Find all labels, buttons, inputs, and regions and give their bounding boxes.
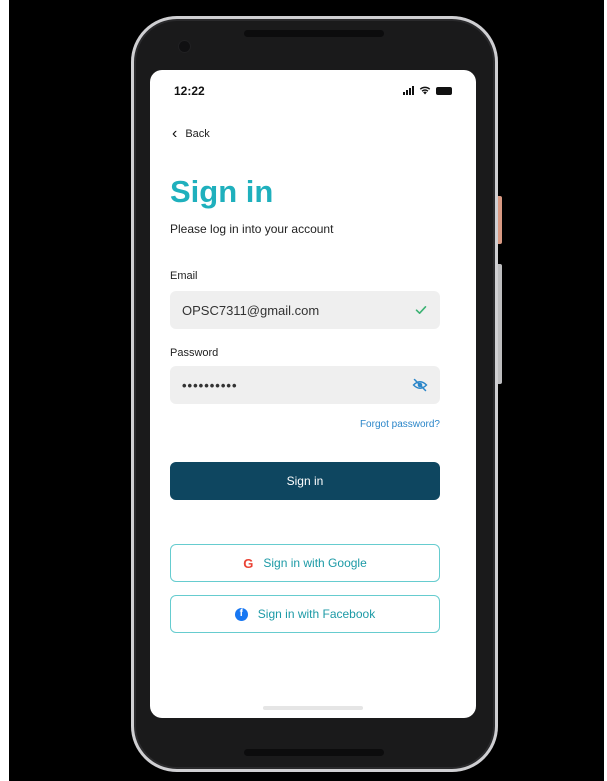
facebook-sign-in-button[interactable]: f Sign in with Facebook [170, 595, 440, 633]
power-button [498, 196, 502, 244]
sign-in-button[interactable]: Sign in [170, 462, 440, 500]
eye-slash-icon[interactable] [412, 378, 428, 392]
bottom-speaker [244, 749, 384, 756]
check-icon [415, 306, 427, 314]
app-screen: 12:22 ‹ Back Sign in Please log in into … [150, 70, 476, 718]
forgot-password-link[interactable]: Forgot password? [360, 419, 440, 430]
status-bar: 12:22 [150, 70, 476, 110]
volume-button [498, 264, 502, 384]
google-icon: G [243, 555, 254, 571]
page-subtitle: Please log in into your account [170, 222, 334, 236]
back-label: Back [185, 128, 210, 140]
battery-icon [436, 87, 452, 95]
image-left-border [0, 0, 9, 781]
status-icons [403, 85, 452, 95]
password-value: •••••••••• [182, 377, 238, 393]
back-chevron-icon: ‹ [172, 125, 178, 142]
facebook-sign-in-label: Sign in with Facebook [257, 607, 376, 621]
email-value: OPSC7311@gmail.com [182, 302, 320, 318]
email-field[interactable]: OPSC7311@gmail.com [170, 291, 440, 329]
status-time: 12:22 [174, 84, 205, 98]
signal-icon [403, 86, 414, 95]
google-sign-in-label: Sign in with Google [263, 556, 367, 570]
google-sign-in-button[interactable]: G Sign in with Google [170, 544, 440, 582]
page-title: Sign in [170, 174, 274, 209]
back-button[interactable]: ‹ Back [172, 126, 210, 142]
home-indicator [263, 706, 363, 710]
password-field[interactable]: •••••••••• [170, 366, 440, 404]
phone-frame: 12:22 ‹ Back Sign in Please log in into … [131, 16, 502, 772]
front-camera [179, 41, 190, 52]
facebook-icon: f [234, 607, 248, 621]
earpiece-speaker [244, 30, 384, 37]
email-label: Email [170, 270, 198, 282]
password-label: Password [170, 347, 219, 359]
wifi-icon [419, 86, 431, 95]
